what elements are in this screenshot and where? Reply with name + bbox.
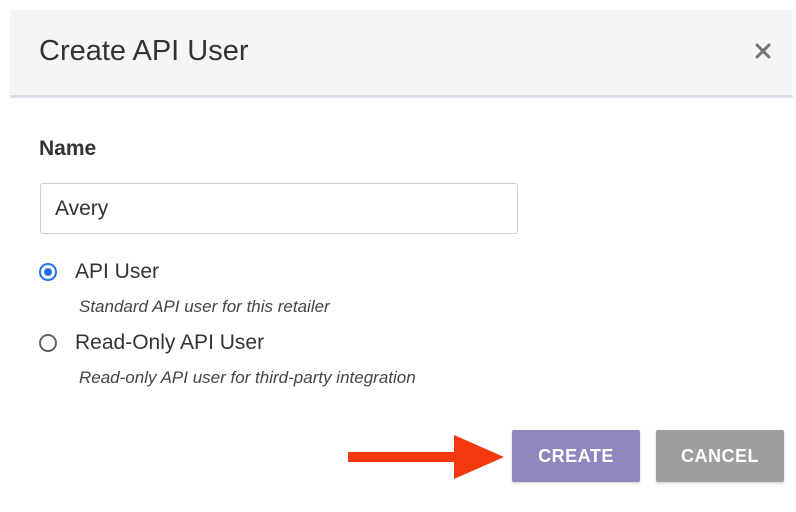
radio-read-only-api-user-label: Read-Only API User xyxy=(75,331,265,354)
dialog-title: Create API User xyxy=(39,35,249,67)
radio-read-only-api-user[interactable]: Read-Only API User xyxy=(39,330,264,356)
create-button[interactable]: CREATE xyxy=(512,430,640,482)
arrow-right-icon xyxy=(348,435,504,479)
radio-api-user-description: Standard API user for this retailer xyxy=(79,297,330,316)
name-input[interactable] xyxy=(40,183,518,234)
radio-read-only-api-user-description: Read-only API user for third-party integ… xyxy=(79,368,416,387)
name-label: Name xyxy=(39,137,97,160)
radio-read-only-api-user-button[interactable] xyxy=(39,334,57,352)
create-api-user-dialog: Create API User Name API User Standard A… xyxy=(10,10,793,510)
radio-api-user-label: API User xyxy=(75,260,160,283)
cancel-button[interactable]: CANCEL xyxy=(656,430,784,482)
dialog-header: Create API User xyxy=(10,10,793,98)
radio-api-user-button[interactable] xyxy=(39,263,57,281)
radio-api-user[interactable]: API User xyxy=(39,259,159,285)
close-icon[interactable] xyxy=(750,38,776,64)
